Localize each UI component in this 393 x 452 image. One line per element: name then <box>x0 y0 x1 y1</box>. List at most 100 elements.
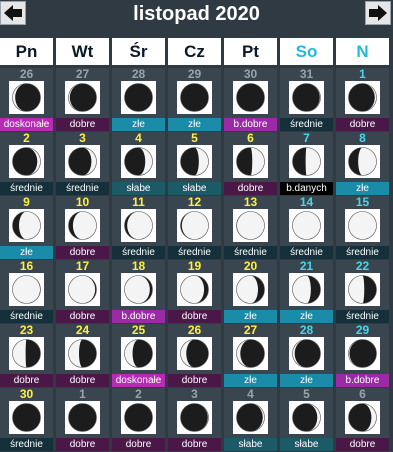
calendar-day-cell[interactable]: 16 średnie <box>0 260 53 323</box>
day-rating-label: średnie <box>0 438 53 451</box>
calendar-day-cell[interactable]: 15 średnie <box>336 196 389 259</box>
moon-phase-icon <box>65 337 100 370</box>
moon-phase-icon <box>289 273 324 306</box>
calendar-day-cell[interactable]: 19 dobre <box>168 260 221 323</box>
day-number: 9 <box>23 195 30 209</box>
day-rating-label: średnie <box>0 310 53 323</box>
moon-phase-icon <box>121 145 156 178</box>
calendar-day-cell[interactable]: 4 słabe <box>224 388 277 451</box>
calendar-day-cell[interactable]: 9 złe <box>0 196 53 259</box>
day-rating-label: średnie <box>336 246 389 259</box>
day-number: 2 <box>23 131 30 145</box>
calendar-day-cell[interactable]: 30 b.dobre <box>224 68 277 131</box>
day-rating-label: średnie <box>112 246 165 259</box>
day-rating-label: złe <box>112 118 165 131</box>
day-number: 20 <box>243 259 258 273</box>
calendar-header: listopad 2020 <box>0 0 393 32</box>
day-number: 4 <box>135 131 142 145</box>
weekday-header-thu: Cz <box>168 38 221 65</box>
day-number: 11 <box>132 195 145 209</box>
moon-phase-icon <box>121 337 156 370</box>
calendar-day-cell[interactable]: 17 dobre <box>56 260 109 323</box>
day-number: 24 <box>75 323 90 337</box>
calendar-day-cell[interactable]: 18 b.dobre <box>112 260 165 323</box>
calendar-day-cell[interactable]: 20 złe <box>224 260 277 323</box>
day-number: 7 <box>303 131 310 145</box>
weekday-header-wed: Śr <box>112 38 165 65</box>
moon-phase-icon <box>289 145 324 178</box>
arrow-right-icon <box>369 5 387 21</box>
calendar-day-cell[interactable]: 1 dobre <box>56 388 109 451</box>
calendar-day-cell[interactable]: 27 dobre <box>56 68 109 131</box>
calendar-day-cell[interactable]: 22 średnie <box>336 260 389 323</box>
moon-phase-icon <box>177 273 212 306</box>
calendar-day-cell[interactable]: 13 średnie <box>224 196 277 259</box>
moon-phase-icon <box>9 273 44 306</box>
next-month-button[interactable] <box>365 1 391 25</box>
calendar-day-cell[interactable]: 29 b.dobre <box>336 324 389 387</box>
moon-phase-icon <box>65 81 100 114</box>
calendar-day-cell[interactable]: 5 słabe <box>168 132 221 195</box>
calendar-day-cell[interactable]: 26 doskonałe <box>0 68 53 131</box>
moon-phase-icon <box>233 81 268 114</box>
day-rating-label: dobre <box>56 246 109 259</box>
prev-month-button[interactable] <box>0 1 26 25</box>
moon-phase-icon <box>345 273 380 306</box>
day-rating-label: doskonałe <box>112 374 165 387</box>
day-rating-label: średnie <box>0 182 53 195</box>
day-number: 29 <box>187 67 202 81</box>
calendar-day-cell[interactable]: 31 średnie <box>280 68 333 131</box>
day-rating-label: średnie <box>280 246 333 259</box>
day-number: 3 <box>191 387 198 401</box>
calendar-day-cell[interactable]: 14 średnie <box>280 196 333 259</box>
calendar-day-cell[interactable]: 25 doskonałe <box>112 324 165 387</box>
day-rating-label: doskonałe <box>0 118 53 131</box>
calendar-day-cell[interactable]: 30 średnie <box>0 388 53 451</box>
calendar-day-cell[interactable]: 5 słabe <box>280 388 333 451</box>
calendar-day-cell[interactable]: 3 średnie <box>56 132 109 195</box>
day-number: 3 <box>79 131 86 145</box>
day-number: 18 <box>131 259 146 273</box>
calendar-day-cell[interactable]: 21 złe <box>280 260 333 323</box>
day-number: 4 <box>247 387 254 401</box>
day-rating-label: dobre <box>168 310 221 323</box>
calendar-day-cell[interactable]: 1 dobre <box>336 68 389 131</box>
calendar-day-cell[interactable]: 2 średnie <box>0 132 53 195</box>
calendar-day-cell[interactable]: 4 słabe <box>112 132 165 195</box>
calendar-day-cell[interactable]: 28 złe <box>280 324 333 387</box>
moon-phase-icon <box>289 401 324 434</box>
moon-phase-icon <box>345 145 380 178</box>
calendar-day-cell[interactable]: 12 średnie <box>168 196 221 259</box>
day-rating-label: złe <box>168 118 221 131</box>
calendar-day-cell[interactable]: 2 dobre <box>112 388 165 451</box>
moon-phase-icon <box>233 273 268 306</box>
calendar-day-cell[interactable]: 11 średnie <box>112 196 165 259</box>
calendar-day-cell[interactable]: 10 dobre <box>56 196 109 259</box>
day-rating-label: złe <box>224 374 277 387</box>
calendar-day-cell[interactable]: 24 dobre <box>56 324 109 387</box>
day-number: 1 <box>359 67 366 81</box>
calendar-day-cell[interactable]: 6 dobre <box>336 388 389 451</box>
calendar-day-cell[interactable]: 3 dobre <box>168 388 221 451</box>
moon-phase-icon <box>345 337 380 370</box>
day-number: 10 <box>75 195 90 209</box>
calendar-day-cell[interactable]: 28 złe <box>112 68 165 131</box>
calendar-day-cell[interactable]: 23 dobre <box>0 324 53 387</box>
calendar-day-cell[interactable]: 26 dobre <box>168 324 221 387</box>
day-number: 26 <box>19 67 34 81</box>
month-title: listopad 2020 <box>133 3 260 25</box>
day-number: 5 <box>191 131 198 145</box>
calendar-day-cell[interactable]: 29 złe <box>168 68 221 131</box>
calendar-day-cell[interactable]: 6 dobre <box>224 132 277 195</box>
day-rating-label: złe <box>336 182 389 195</box>
moon-phase-icon <box>9 337 44 370</box>
calendar-day-cell[interactable]: 7 b.danych <box>280 132 333 195</box>
moon-phase-icon <box>9 209 44 242</box>
moon-phase-icon <box>65 145 100 178</box>
calendar-day-cell[interactable]: 27 złe <box>224 324 277 387</box>
moon-phase-icon <box>9 401 44 434</box>
day-number: 28 <box>131 67 146 81</box>
day-number: 29 <box>355 323 370 337</box>
moon-phase-icon <box>65 209 100 242</box>
calendar-day-cell[interactable]: 8 złe <box>336 132 389 195</box>
